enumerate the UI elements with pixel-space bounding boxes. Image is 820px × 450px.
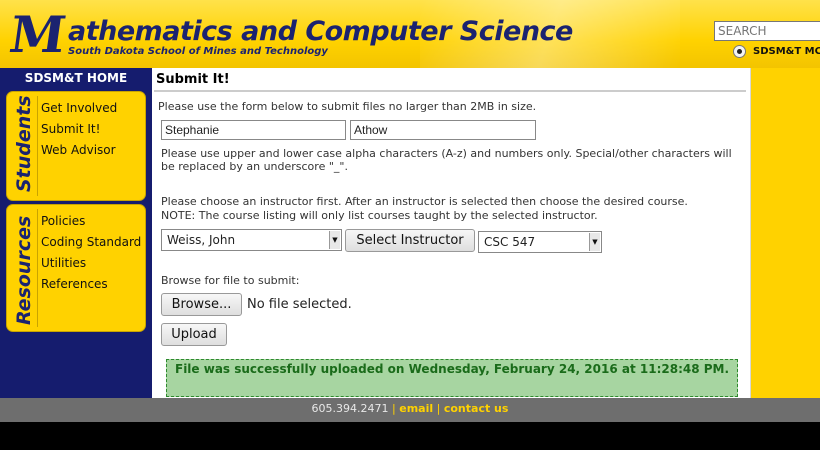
students-label: Students bbox=[13, 95, 35, 192]
students-items: Get Involved Submit It! Web Advisor bbox=[41, 98, 117, 161]
name-note-line-2: be replaced by an underscore "_". bbox=[161, 160, 348, 173]
search-scope-label: SDSM&T MC bbox=[753, 46, 820, 57]
footer: 605.394.2471 | email | contact us bbox=[0, 398, 820, 422]
course-select-value: CSC 547 bbox=[484, 235, 536, 249]
students-divider bbox=[37, 96, 38, 196]
site-subtitle: South Dakota School of Mines and Technol… bbox=[68, 46, 328, 57]
nav-item-web-advisor[interactable]: Web Advisor bbox=[41, 140, 117, 161]
footer-phone: 605.394.2471 bbox=[311, 402, 389, 415]
site-title[interactable]: athematics and Computer Science bbox=[68, 16, 573, 47]
success-message: File was successfully uploaded on Wednes… bbox=[175, 362, 730, 376]
search-input[interactable] bbox=[714, 21, 820, 41]
nav-item-utilities[interactable]: Utilities bbox=[41, 253, 141, 274]
nav-item-submit-it[interactable]: Submit It! bbox=[41, 119, 117, 140]
browse-button[interactable]: Browse... bbox=[161, 293, 242, 316]
instructor-select-value: Weiss, John bbox=[167, 233, 236, 247]
sdsmt-home-link[interactable]: SDSM&T HOME bbox=[0, 71, 152, 85]
footer-separator: | bbox=[392, 402, 396, 415]
students-nav-box: Students Get Involved Submit It! Web Adv… bbox=[6, 91, 146, 201]
last-name-field[interactable] bbox=[350, 120, 536, 140]
main-content: Submit It! Please use the form below to … bbox=[152, 68, 750, 398]
nav-item-coding-standard[interactable]: Coding Standard bbox=[41, 232, 141, 253]
nav-item-references[interactable]: References bbox=[41, 274, 141, 295]
resources-items: Policies Coding Standard Utilities Refer… bbox=[41, 211, 141, 295]
students-vertical-label: Students bbox=[12, 95, 36, 194]
instructor-note-line-2: NOTE: The course listing will only list … bbox=[161, 209, 598, 222]
page-title: Submit It! bbox=[156, 72, 230, 87]
site-header: M athematics and Computer Science South … bbox=[0, 0, 820, 68]
resources-label: Resources bbox=[13, 215, 35, 325]
title-divider bbox=[154, 90, 746, 92]
search-scope-radio[interactable] bbox=[733, 45, 746, 58]
first-name-field[interactable] bbox=[161, 120, 346, 140]
logo-letter[interactable]: M bbox=[6, 5, 70, 64]
resources-nav-box: Resources Policies Coding Standard Utili… bbox=[6, 204, 146, 332]
instructor-select[interactable]: Weiss, John ▼ bbox=[161, 229, 342, 251]
name-note-line-1: Please use upper and lower case alpha ch… bbox=[161, 147, 732, 160]
resources-vertical-label: Resources bbox=[12, 209, 36, 325]
bottom-strip bbox=[0, 422, 820, 450]
footer-email-link[interactable]: email bbox=[399, 402, 433, 415]
right-sidebar bbox=[750, 68, 820, 398]
nav-item-get-involved[interactable]: Get Involved bbox=[41, 98, 117, 119]
chevron-down-icon: ▼ bbox=[329, 231, 340, 249]
success-message-box: File was successfully uploaded on Wednes… bbox=[166, 359, 738, 397]
radio-selected-dot bbox=[737, 49, 742, 54]
instructor-note-line-1: Please choose an instructor first. After… bbox=[161, 195, 688, 208]
intro-text: Please use the form below to submit file… bbox=[158, 100, 537, 113]
footer-contact-link[interactable]: contact us bbox=[444, 402, 509, 415]
browse-label: Browse for file to submit: bbox=[161, 274, 300, 287]
course-select[interactable]: CSC 547 ▼ bbox=[478, 231, 602, 253]
footer-separator: | bbox=[436, 402, 441, 415]
select-instructor-button[interactable]: Select Instructor bbox=[345, 229, 475, 252]
chevron-down-icon: ▼ bbox=[589, 233, 600, 251]
upload-button[interactable]: Upload bbox=[161, 323, 227, 346]
left-navigation: SDSM&T HOME Students Get Involved Submit… bbox=[0, 68, 152, 398]
nav-item-policies[interactable]: Policies bbox=[41, 211, 141, 232]
file-status-text: No file selected. bbox=[247, 297, 352, 312]
resources-divider bbox=[37, 209, 38, 327]
